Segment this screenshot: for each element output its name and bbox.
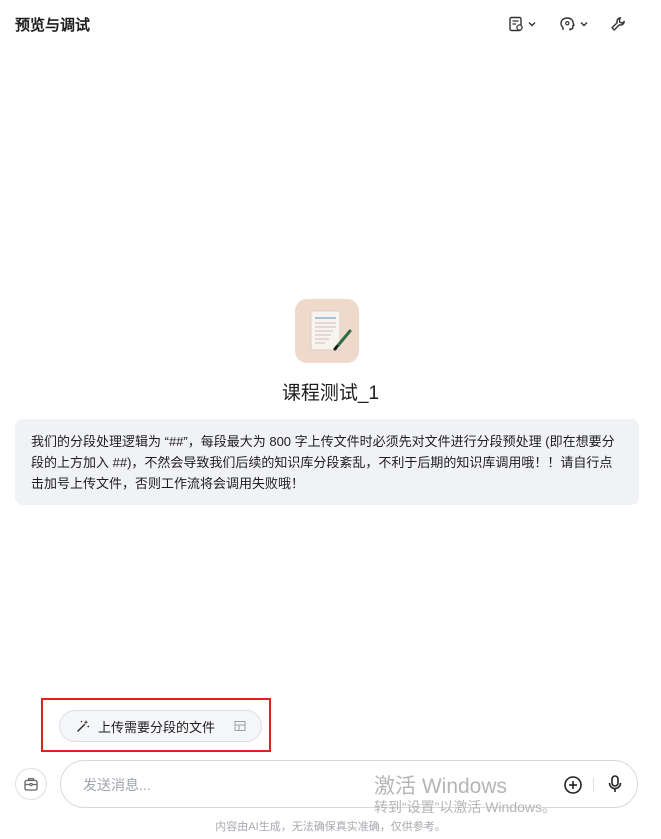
windows-activation-watermark-subtitle: 转到“设置”以激活 Windows。 <box>374 799 557 815</box>
add-attachment-button[interactable] <box>563 775 583 800</box>
windows-activation-watermark-title: 激活 Windows <box>374 775 508 798</box>
document-settings-icon <box>509 16 523 32</box>
bot-avatar <box>295 299 359 363</box>
ai-disclaimer: 内容由AI生成，无法确保真实准确，仅供参考。 <box>215 821 446 833</box>
onboarding-notice: 我们的分段处理逻辑为 “##”，每段最大为 800 字上传文件时必须先对文件进行… <box>15 419 639 505</box>
plus-circle-icon <box>564 776 582 794</box>
memory-head-icon <box>560 16 575 30</box>
voice-input-button[interactable] <box>606 774 624 799</box>
notepad-pen-icon <box>310 310 352 351</box>
composer-divider <box>593 778 594 792</box>
chevron-down-icon <box>528 22 536 27</box>
header: 预览与调试 <box>0 0 661 50</box>
page-title: 预览与调试 <box>15 17 91 34</box>
suggested-question-chip[interactable]: 上传需要分段的文件 <box>59 710 262 742</box>
magic-wand-icon <box>77 720 90 732</box>
chevron-down-icon <box>580 22 588 27</box>
table-icon <box>234 721 246 731</box>
bot-name: 课程测试_1 <box>281 383 380 404</box>
briefcase-button[interactable] <box>15 768 47 800</box>
document-settings-dropdown[interactable] <box>508 13 537 35</box>
microphone-icon <box>608 775 622 792</box>
briefcase-icon <box>24 778 38 791</box>
suggestion-label: 上传需要分段的文件 <box>98 719 216 735</box>
tools-button[interactable] <box>610 13 626 35</box>
message-input[interactable] <box>81 773 345 797</box>
wrench-icon <box>611 17 625 31</box>
memory-dropdown[interactable] <box>559 13 589 35</box>
